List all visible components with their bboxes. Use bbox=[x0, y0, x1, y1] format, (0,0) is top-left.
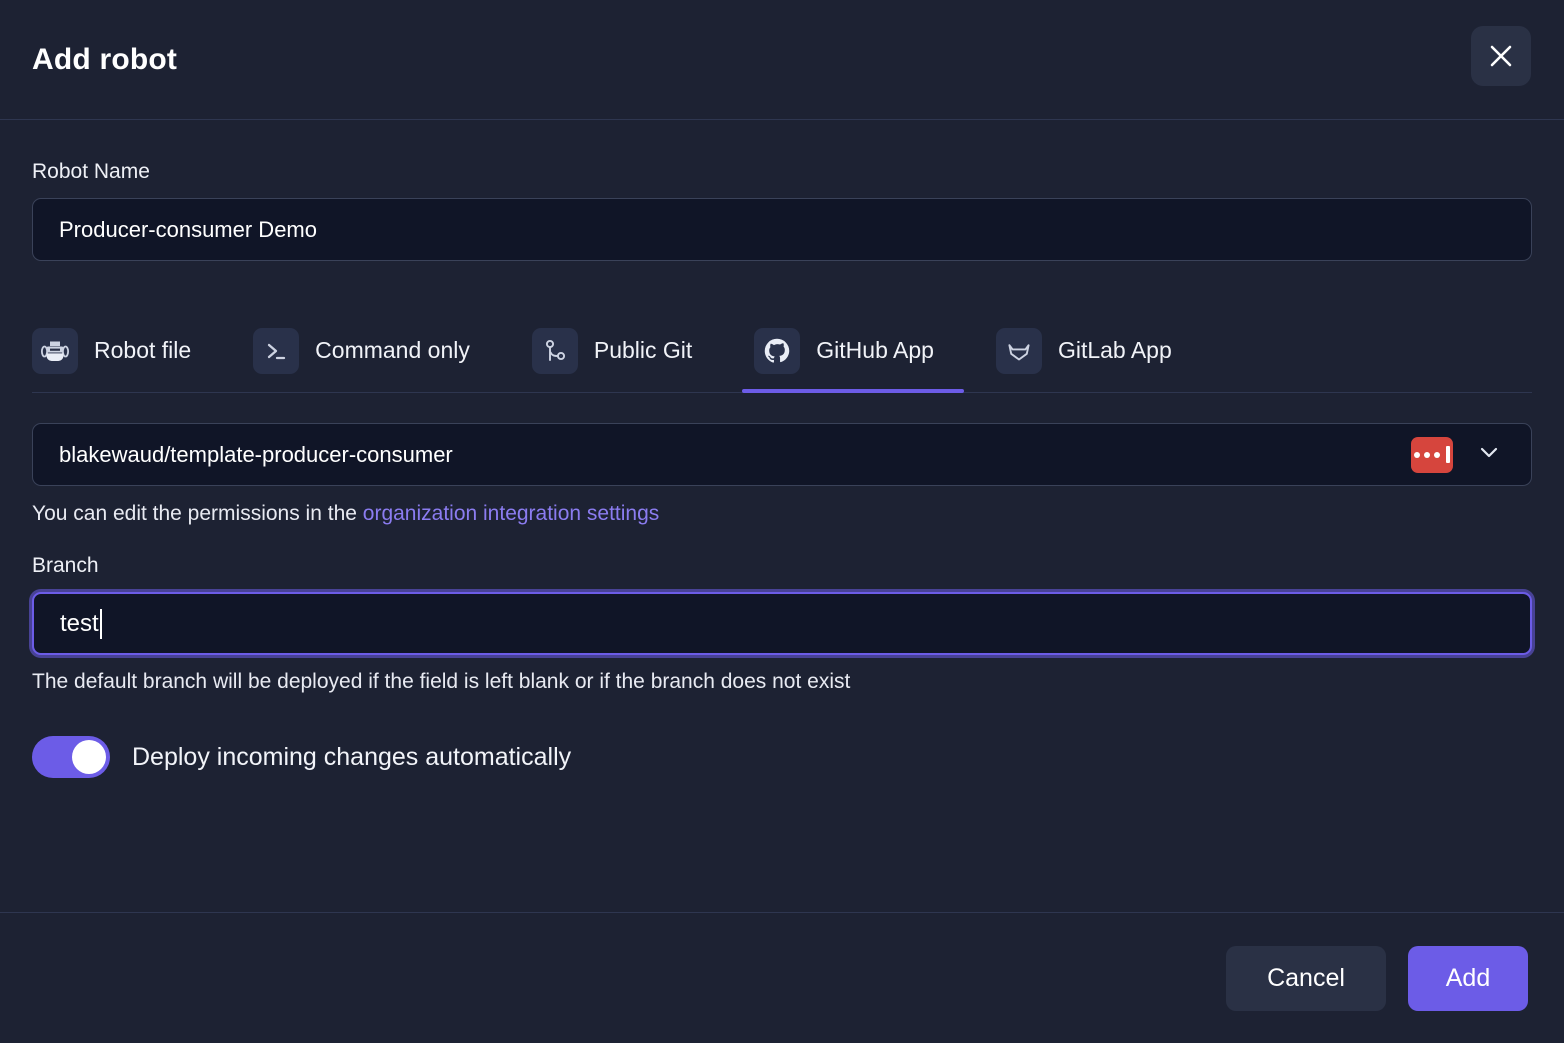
chevron-down-icon[interactable] bbox=[1475, 438, 1503, 471]
cancel-button[interactable]: Cancel bbox=[1226, 945, 1386, 1011]
tab-robot-file[interactable]: Robot file bbox=[32, 309, 209, 392]
tab-label: GitLab App bbox=[1057, 337, 1172, 363]
robot-name-field-group: Robot Name Producer-consumer Demo bbox=[32, 160, 1532, 261]
robot-icon bbox=[32, 327, 78, 374]
robot-name-input[interactable]: Producer-consumer Demo bbox=[32, 198, 1532, 261]
auto-deploy-toggle[interactable] bbox=[32, 736, 110, 778]
add-robot-dialog: Add robot Robot Name Producer-consumer D… bbox=[0, 0, 1564, 1043]
source-type-tabs: Robot file Command only Public Git GitHu… bbox=[32, 309, 1532, 393]
robot-name-label: Robot Name bbox=[32, 160, 150, 183]
auto-deploy-row: Deploy incoming changes automatically bbox=[32, 736, 1532, 778]
git-branch-icon bbox=[531, 327, 578, 374]
auto-deploy-label: Deploy incoming changes automatically bbox=[132, 742, 572, 771]
page-title: Add robot bbox=[32, 42, 178, 76]
branch-value: test bbox=[60, 609, 99, 637]
close-button[interactable] bbox=[1471, 26, 1531, 86]
tab-github-app[interactable]: GitHub App bbox=[742, 309, 964, 393]
branch-input[interactable]: test bbox=[32, 592, 1532, 655]
permissions-help-text: You can edit the permissions in the orga… bbox=[32, 502, 1532, 526]
branch-label: Branch bbox=[32, 554, 99, 577]
dialog-header: Add robot bbox=[0, 0, 1564, 120]
add-button[interactable]: Add bbox=[1408, 945, 1528, 1011]
gitlab-icon bbox=[995, 327, 1042, 374]
github-icon bbox=[754, 327, 801, 374]
tab-label: Robot file bbox=[94, 337, 192, 363]
branch-hint: The default branch will be deployed if t… bbox=[32, 670, 851, 693]
tab-command-only[interactable]: Command only bbox=[253, 309, 488, 392]
tab-label: Command only bbox=[315, 337, 470, 363]
organization-integration-settings-link[interactable]: organization integration settings bbox=[363, 502, 660, 525]
tab-gitlab-app[interactable]: GitLab App bbox=[995, 309, 1190, 392]
close-icon bbox=[1488, 43, 1514, 69]
repository-select[interactable]: blakewaud/template-producer-consumer bbox=[32, 423, 1532, 486]
terminal-icon bbox=[253, 327, 300, 374]
repository-value: blakewaud/template-producer-consumer bbox=[59, 441, 453, 467]
branch-field-group: Branch test The default branch will be d… bbox=[32, 554, 1532, 694]
text-cursor bbox=[99, 608, 102, 639]
tab-label: GitHub App bbox=[816, 337, 934, 363]
tab-public-git[interactable]: Public Git bbox=[531, 309, 710, 392]
dialog-footer: Cancel Add bbox=[0, 912, 1564, 1043]
tab-label: Public Git bbox=[593, 337, 693, 363]
repo-private-badge-icon bbox=[1411, 436, 1453, 473]
dialog-body: Robot Name Producer-consumer Demo Robot … bbox=[0, 120, 1564, 912]
permissions-help-prefix: You can edit the permissions in the bbox=[32, 502, 363, 525]
toggle-knob bbox=[72, 740, 106, 774]
